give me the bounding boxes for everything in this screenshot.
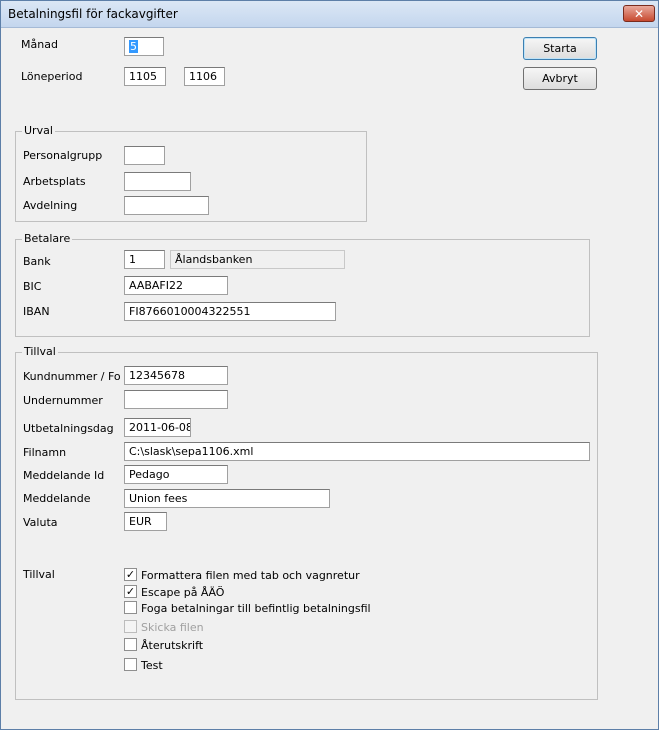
meddelande-label: Meddelande [23,492,91,505]
utbetalningsdag-input[interactable]: 2011-06-08 [124,418,191,437]
personalgrupp-input[interactable] [124,146,165,165]
checkbox-send-file [124,620,137,633]
window-title: Betalningsfil för fackavgifter [8,7,178,21]
month-label: Månad [21,38,58,51]
personalgrupp-label: Personalgrupp [23,149,103,162]
checkbox-format-file[interactable]: ✓ [124,568,137,581]
meddelande-input[interactable]: Union fees [124,489,330,508]
urval-group-title: Urval [22,124,55,137]
iban-input[interactable]: FI8766010004322551 [124,302,336,321]
valuta-label: Valuta [23,516,58,529]
filnamn-input[interactable]: C:\slask\sepa1106.xml [124,442,590,461]
period-from-input[interactable]: 1105 [124,67,166,86]
bank-name-display: Ålandsbanken [170,250,345,269]
checkbox-escape-aao[interactable]: ✓ [124,585,137,598]
dialog-window: Betalningsfil för fackavgifter ✕ Månad 5… [0,0,659,730]
checkbox-append-payments[interactable] [124,601,137,614]
avdelning-label: Avdelning [23,199,78,212]
close-button[interactable]: ✕ [623,5,655,22]
checkbox-send-file-label: Skicka filen [141,621,204,634]
check-icon: ✓ [125,568,136,581]
undernummer-input[interactable] [124,390,228,409]
checkbox-format-file-label[interactable]: Formattera filen med tab och vagnretur [141,569,360,582]
avdelning-input[interactable] [124,196,209,215]
month-value: 5 [129,40,138,53]
checkbox-reprint[interactable] [124,638,137,651]
title-bar[interactable]: Betalningsfil för fackavgifter ✕ [1,1,658,28]
kundnummer-input[interactable]: 12345678 [124,366,228,385]
period-to-input[interactable]: 1106 [184,67,225,86]
betalare-group-title: Betalare [22,232,73,245]
kundnummer-label: Kundnummer / Fo [23,370,121,383]
period-label: Löneperiod [21,70,83,83]
check-icon: ✓ [125,585,136,598]
arbetsplats-label: Arbetsplats [23,175,86,188]
meddelande-id-label: Meddelande Id [23,469,105,482]
month-input[interactable]: 5 [124,37,164,56]
valuta-input[interactable]: EUR [124,512,167,531]
bic-label: BIC [23,280,42,293]
checkbox-test-label[interactable]: Test [141,659,163,672]
filnamn-label: Filnamn [23,446,67,459]
bank-code-input[interactable]: 1 [124,250,165,269]
tillval-group-title: Tillval [22,345,58,358]
arbetsplats-input[interactable] [124,172,191,191]
utbetalningsdag-label: Utbetalningsdag [23,422,114,435]
cancel-button[interactable]: Avbryt [523,67,597,90]
dialog-body: Månad 5 Löneperiod 1105 1106 Starta Avbr… [1,28,658,729]
start-button[interactable]: Starta [523,37,597,60]
options-label: Tillval [23,568,55,581]
undernummer-label: Undernummer [23,394,103,407]
iban-label: IBAN [23,305,50,318]
checkbox-escape-aao-label[interactable]: Escape på ÅÄÖ [141,586,224,599]
bank-label: Bank [23,255,51,268]
meddelande-id-input[interactable]: Pedago [124,465,228,484]
checkbox-test[interactable] [124,658,137,671]
bic-input[interactable]: AABAFI22 [124,276,228,295]
close-icon: ✕ [633,7,645,21]
checkbox-append-payments-label[interactable]: Foga betalningar till befintlig betalnin… [141,602,371,615]
checkbox-reprint-label[interactable]: Återutskrift [141,639,203,652]
